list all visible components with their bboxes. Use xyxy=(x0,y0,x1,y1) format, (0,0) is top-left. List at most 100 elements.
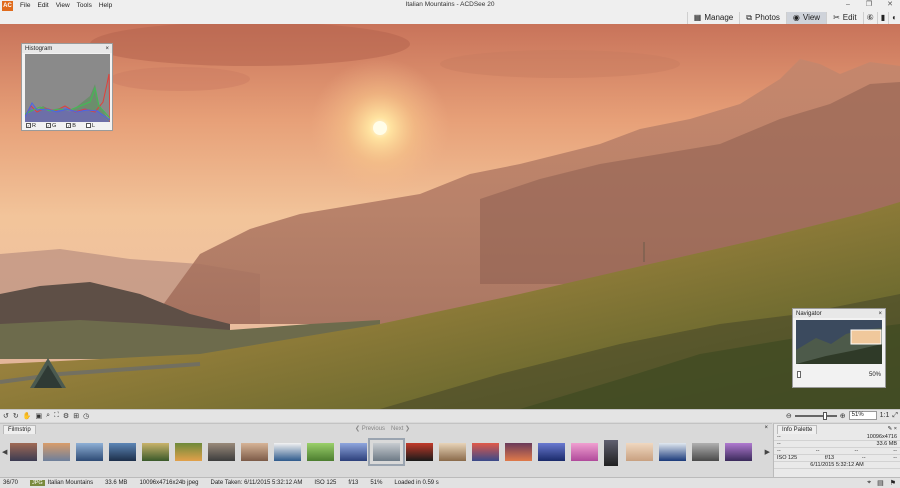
tab-view[interactable]: ◉ View xyxy=(785,11,827,24)
hand-tool-icon[interactable]: ✋ xyxy=(23,412,32,420)
mode-bar: ▦ Manage ⧉ Photos ◉ View ✂ Edit ⑥ ▮ ◐ xyxy=(0,11,900,24)
filmstrip-close-icon[interactable]: × xyxy=(764,425,768,431)
scroll-right-icon[interactable]: ▶ xyxy=(765,448,770,456)
filmstrip-thumbnail[interactable] xyxy=(472,443,499,461)
fit-icon[interactable]: ⛶ xyxy=(54,412,59,420)
filmstrip-thumbnail[interactable] xyxy=(43,443,70,461)
info-iso: ISO 125 xyxy=(777,455,798,461)
info-row-exposure: ISO 125 f/13 -- -- xyxy=(774,455,900,462)
zoom-slider[interactable] xyxy=(794,411,837,420)
channel-b[interactable]: ✓ B xyxy=(66,123,76,129)
status-zoom: 51% xyxy=(370,480,383,486)
chevron-right-icon: ❯ xyxy=(403,426,411,432)
checkbox-icon: ✓ xyxy=(66,123,72,129)
tab-edit[interactable]: ✂ Edit xyxy=(826,11,863,24)
settings-icon[interactable]: ⚙ xyxy=(63,412,69,420)
filmstrip-thumbnail[interactable] xyxy=(208,443,235,461)
zoom-tool-icon[interactable]: ⌕ xyxy=(46,412,50,420)
histogram-panel[interactable]: Histogram × ✓ R ✓ G ✓ B L xyxy=(21,43,113,131)
minimize-icon[interactable]: – xyxy=(844,1,852,9)
filmstrip-thumbnail[interactable] xyxy=(626,443,653,461)
next-label: Next xyxy=(391,426,404,432)
info-size: 33.6 MB xyxy=(876,441,897,447)
clock-icon[interactable]: ◷ xyxy=(83,412,89,420)
status-iso: ISO 125 xyxy=(314,480,337,486)
filmstrip-thumbnail[interactable] xyxy=(175,443,202,461)
filmstrip-thumbnail[interactable] xyxy=(505,443,532,461)
status-bar: 36/70 JPG Italian Mountains 33.6 MB 1009… xyxy=(0,477,900,488)
tab-edit-label: Edit xyxy=(842,13,857,22)
menu-view[interactable]: View xyxy=(56,2,70,9)
filmstrip-thumbnail[interactable] xyxy=(142,443,169,461)
filmstrip-thumbnail[interactable] xyxy=(307,443,334,461)
acdsee-window: AC File Edit View Tools Help Italian Mou… xyxy=(0,0,900,488)
navigator-panel[interactable]: Navigator × 50% xyxy=(792,308,886,388)
filmstrip-thumbnail[interactable] xyxy=(571,443,598,461)
fullscreen-icon[interactable]: ⤢ xyxy=(892,412,898,420)
filmstrip-thumbnail[interactable] xyxy=(692,443,719,461)
zoom-out-icon[interactable]: ⊖ xyxy=(786,412,792,420)
tab-photos[interactable]: ⧉ Photos xyxy=(739,11,786,24)
navigator-close-icon[interactable]: × xyxy=(878,311,882,317)
menu-edit[interactable]: Edit xyxy=(37,2,48,9)
histogram-close-icon[interactable]: × xyxy=(105,46,109,52)
file-type-badge: JPG xyxy=(30,480,45,486)
channel-r[interactable]: ✓ R xyxy=(26,123,36,129)
filmstrip-thumbnail[interactable] xyxy=(274,443,301,461)
filmstrip-thumbnail[interactable] xyxy=(340,443,367,461)
filmstrip-thumbnail[interactable] xyxy=(241,443,268,461)
status-icons: ⌖ ▤ ⚑ xyxy=(867,479,896,487)
filmstrip-thumbnail[interactable] xyxy=(76,443,103,461)
scroll-left-icon[interactable]: ◀ xyxy=(2,448,7,456)
menu-file[interactable]: File xyxy=(20,2,30,9)
menu-tools[interactable]: Tools xyxy=(77,2,92,9)
tools-icon: ✂ xyxy=(833,13,840,22)
channel-l[interactable]: L xyxy=(85,123,95,129)
info-palette-close-icon[interactable]: ✎ × xyxy=(888,426,897,432)
select-tool-icon[interactable]: ▣ xyxy=(35,412,42,420)
photo-italian-mountains xyxy=(0,24,900,409)
rating-icon[interactable]: ▤ xyxy=(877,479,884,487)
sync-icon[interactable]: ◐ xyxy=(888,11,900,24)
zoom-slider-knob[interactable] xyxy=(822,411,827,420)
navigator-viewport[interactable] xyxy=(850,329,882,345)
menu-help[interactable]: Help xyxy=(99,2,112,9)
filmstrip-thumbnail[interactable] xyxy=(439,443,466,461)
rotate-left-icon[interactable]: ↺ xyxy=(3,412,9,420)
location-icon[interactable]: ⌖ xyxy=(867,479,871,487)
grid-view-icon[interactable]: ⊞ xyxy=(73,412,79,420)
filmstrip-thumbnail[interactable] xyxy=(109,443,136,461)
mode-tabs: ▦ Manage ⧉ Photos ◉ View ✂ Edit ⑥ ▮ ◐ xyxy=(686,11,900,24)
filmstrip-thumbnail[interactable] xyxy=(659,443,686,461)
histogram-graph xyxy=(25,54,110,122)
image-viewer[interactable]: Histogram × ✓ R ✓ G ✓ B L Navigator × 50… xyxy=(0,24,900,409)
photos-icon: ⧉ xyxy=(746,12,752,22)
filmstrip-thumbnail[interactable] xyxy=(406,443,433,461)
close-icon[interactable]: ✕ xyxy=(886,1,894,9)
checkbox-icon xyxy=(85,123,91,129)
restore-icon[interactable]: ❐ xyxy=(865,1,873,9)
zoom-value-field[interactable]: 51% xyxy=(848,411,877,420)
rotate-right-icon[interactable]: ↻ xyxy=(13,412,19,420)
status-position: 36/70 xyxy=(3,480,19,486)
view-toolbar: ↺ ↻ ✋ ▣ ⌕ ⛶ ⚙ ⊞ ◷ ⊖ ⊕ 51% 1:1 ⤢ xyxy=(0,409,900,422)
filmstrip-thumbnail[interactable] xyxy=(604,440,618,466)
zoom-in-icon[interactable]: ⊕ xyxy=(840,412,846,420)
navigator-header: Navigator × xyxy=(793,309,885,318)
navigator-thumbnail[interactable] xyxy=(796,320,882,364)
dashboard-icon[interactable]: ▮ xyxy=(876,11,888,24)
tab-manage[interactable]: ▦ Manage xyxy=(686,11,739,24)
filmstrip-thumbnail[interactable] xyxy=(368,438,405,466)
navigator-zoom-slider[interactable] xyxy=(797,371,801,378)
tab-view-label: View xyxy=(802,13,821,22)
status-aperture: f/13 xyxy=(348,480,359,486)
filmstrip-thumbnail[interactable] xyxy=(10,443,37,461)
365-icon[interactable]: ⑥ xyxy=(862,11,877,24)
flag-icon[interactable]: ⚑ xyxy=(890,479,896,487)
channel-g[interactable]: ✓ G xyxy=(45,123,56,129)
previous-button[interactable]: ❮ Previous xyxy=(355,425,385,432)
next-button[interactable]: Next ❯ xyxy=(391,425,410,432)
actual-size-button[interactable]: 1:1 xyxy=(880,412,890,419)
filmstrip-thumbnail[interactable] xyxy=(725,443,752,461)
filmstrip-thumbnail[interactable] xyxy=(538,443,565,461)
